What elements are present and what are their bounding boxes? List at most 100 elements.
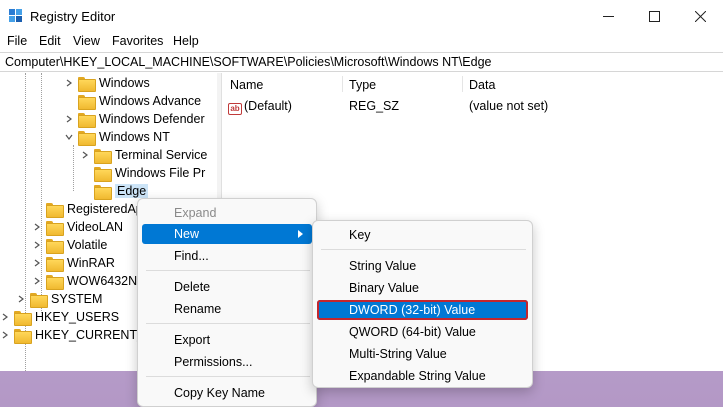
folder-icon [94,166,112,182]
table-row[interactable]: ab (Default) REG_SZ (value not set) [222,97,723,115]
tree-node-videolan[interactable]: VideoLAN [32,218,123,236]
address-bar[interactable]: Computer\HKEY_LOCAL_MACHINE\SOFTWARE\Pol… [0,52,723,72]
chevron-right-icon[interactable] [64,114,74,124]
folder-icon [14,310,32,326]
menu-item-expand[interactable]: Expand [142,203,312,223]
folder-icon [78,130,96,146]
column-separator[interactable] [462,76,463,92]
tree-node-windows[interactable]: Windows [64,74,150,92]
tree-node-winrar[interactable]: WinRAR [32,254,115,272]
menu-item-label: Binary Value [349,281,419,295]
folder-icon [14,328,32,344]
minimize-icon [602,15,614,17]
tree-node-windows-advanced[interactable]: Windows Advance [78,92,201,110]
chevron-right-icon[interactable] [64,78,74,88]
menu-item-label: DWORD (32-bit) Value [349,303,476,317]
menu-item-label: QWORD (64-bit) Value [349,325,476,339]
menu-item-label: Key [349,228,371,242]
menu-view[interactable]: View [73,34,100,48]
tree-node-label: RegisteredAp [67,202,143,216]
folder-icon [94,184,112,200]
menu-item-label: Export [174,333,211,347]
menu-item-label: Expand [174,206,217,220]
menu-favorites[interactable]: Favorites [112,34,163,48]
chevron-right-icon[interactable] [80,150,90,160]
chevron-right-icon[interactable] [0,312,10,322]
tree-node-terminal-services[interactable]: Terminal Service [80,146,207,164]
menu-item-copy-key-name[interactable]: Copy Key Name [142,383,312,403]
chevron-right-icon[interactable] [32,276,42,286]
menu-bar: File Edit View Favorites Help [0,32,723,52]
chevron-right-icon[interactable] [32,222,42,232]
menu-edit[interactable]: Edit [39,34,61,48]
chevron-right-icon[interactable] [0,330,10,340]
new-submenu: Key String Value Binary Value DWORD (32-… [312,220,533,388]
menu-file[interactable]: File [7,34,27,48]
string-value-icon: ab [228,103,242,115]
column-header-name[interactable]: Name [230,78,263,92]
column-separator[interactable] [342,76,343,92]
submenu-item-string-value[interactable]: String Value [317,256,528,276]
tree-node-hkey-users[interactable]: HKEY_USERS [0,308,119,326]
menu-item-label: Expandable String Value [349,369,486,383]
chevron-right-icon[interactable] [16,294,26,304]
window-title: Registry Editor [30,9,116,24]
menu-item-label: Find... [174,249,209,263]
chevron-right-icon [298,230,303,238]
tree-node-registered-apps[interactable]: RegisteredAp [46,200,143,218]
tree-node-label: WOW6432Nc [67,274,144,288]
tree-node-label: Edge [115,184,149,198]
tree-guide-line [73,145,74,191]
submenu-item-key[interactable]: Key [317,225,528,245]
tree-node-label: Windows File Pr [115,166,206,180]
registry-editor-icon [9,9,22,22]
tree-node-windows-file[interactable]: Windows File Pr [94,164,205,182]
menu-help[interactable]: Help [173,34,199,48]
close-icon [694,10,706,22]
chevron-down-icon[interactable] [64,132,74,142]
tree-node-label: VideoLAN [67,220,124,234]
tree-node-volatile[interactable]: Volatile [32,236,107,254]
value-type: REG_SZ [349,99,400,113]
folder-icon [46,220,64,236]
chevron-right-icon[interactable] [32,240,42,250]
menu-item-label: Rename [174,302,222,316]
submenu-item-multi-string-value[interactable]: Multi-String Value [317,344,528,364]
folder-icon [78,112,96,128]
menu-item-rename[interactable]: Rename [142,299,312,319]
tree-node-label: Windows NT [99,130,170,144]
menu-item-export[interactable]: Export [142,330,312,350]
menu-item-label: String Value [349,259,417,273]
folder-icon [46,274,64,290]
menu-item-permissions[interactable]: Permissions... [142,352,312,372]
tree-node-wow6432[interactable]: WOW6432Nc [32,272,143,290]
submenu-item-binary-value[interactable]: Binary Value [317,278,528,298]
tree-node-windows-nt[interactable]: Windows NT [64,128,170,146]
menu-separator [321,249,526,250]
submenu-item-qword-value[interactable]: QWORD (64-bit) Value [317,322,528,342]
minimize-button[interactable] [585,0,631,32]
chevron-right-icon[interactable] [32,258,42,268]
menu-item-new[interactable]: New [142,224,312,244]
tree-node-windows-defender[interactable]: Windows Defender [64,110,205,128]
menu-item-delete[interactable]: Delete [142,277,312,297]
close-button[interactable] [677,0,723,32]
submenu-item-dword-value[interactable]: DWORD (32-bit) Value [317,300,528,320]
tree-node-system[interactable]: SYSTEM [16,290,102,308]
menu-item-label: New [174,227,200,241]
folder-icon [46,202,64,218]
menu-separator [146,376,310,377]
submenu-item-expandable-string-value[interactable]: Expandable String Value [317,366,528,386]
folder-icon [94,148,112,164]
title-bar[interactable]: Registry Editor [0,0,723,32]
column-header-type[interactable]: Type [349,78,376,92]
tree-node-label: SYSTEM [51,292,103,306]
tree-node-label: Terminal Service [115,148,208,162]
tree-node-edge[interactable]: Edge [94,182,149,200]
maximize-button[interactable] [631,0,677,32]
value-name-cell: ab (Default) [228,99,292,115]
menu-separator [146,323,310,324]
column-header-data[interactable]: Data [469,78,495,92]
folder-icon [78,76,96,92]
menu-item-find[interactable]: Find... [142,246,312,266]
